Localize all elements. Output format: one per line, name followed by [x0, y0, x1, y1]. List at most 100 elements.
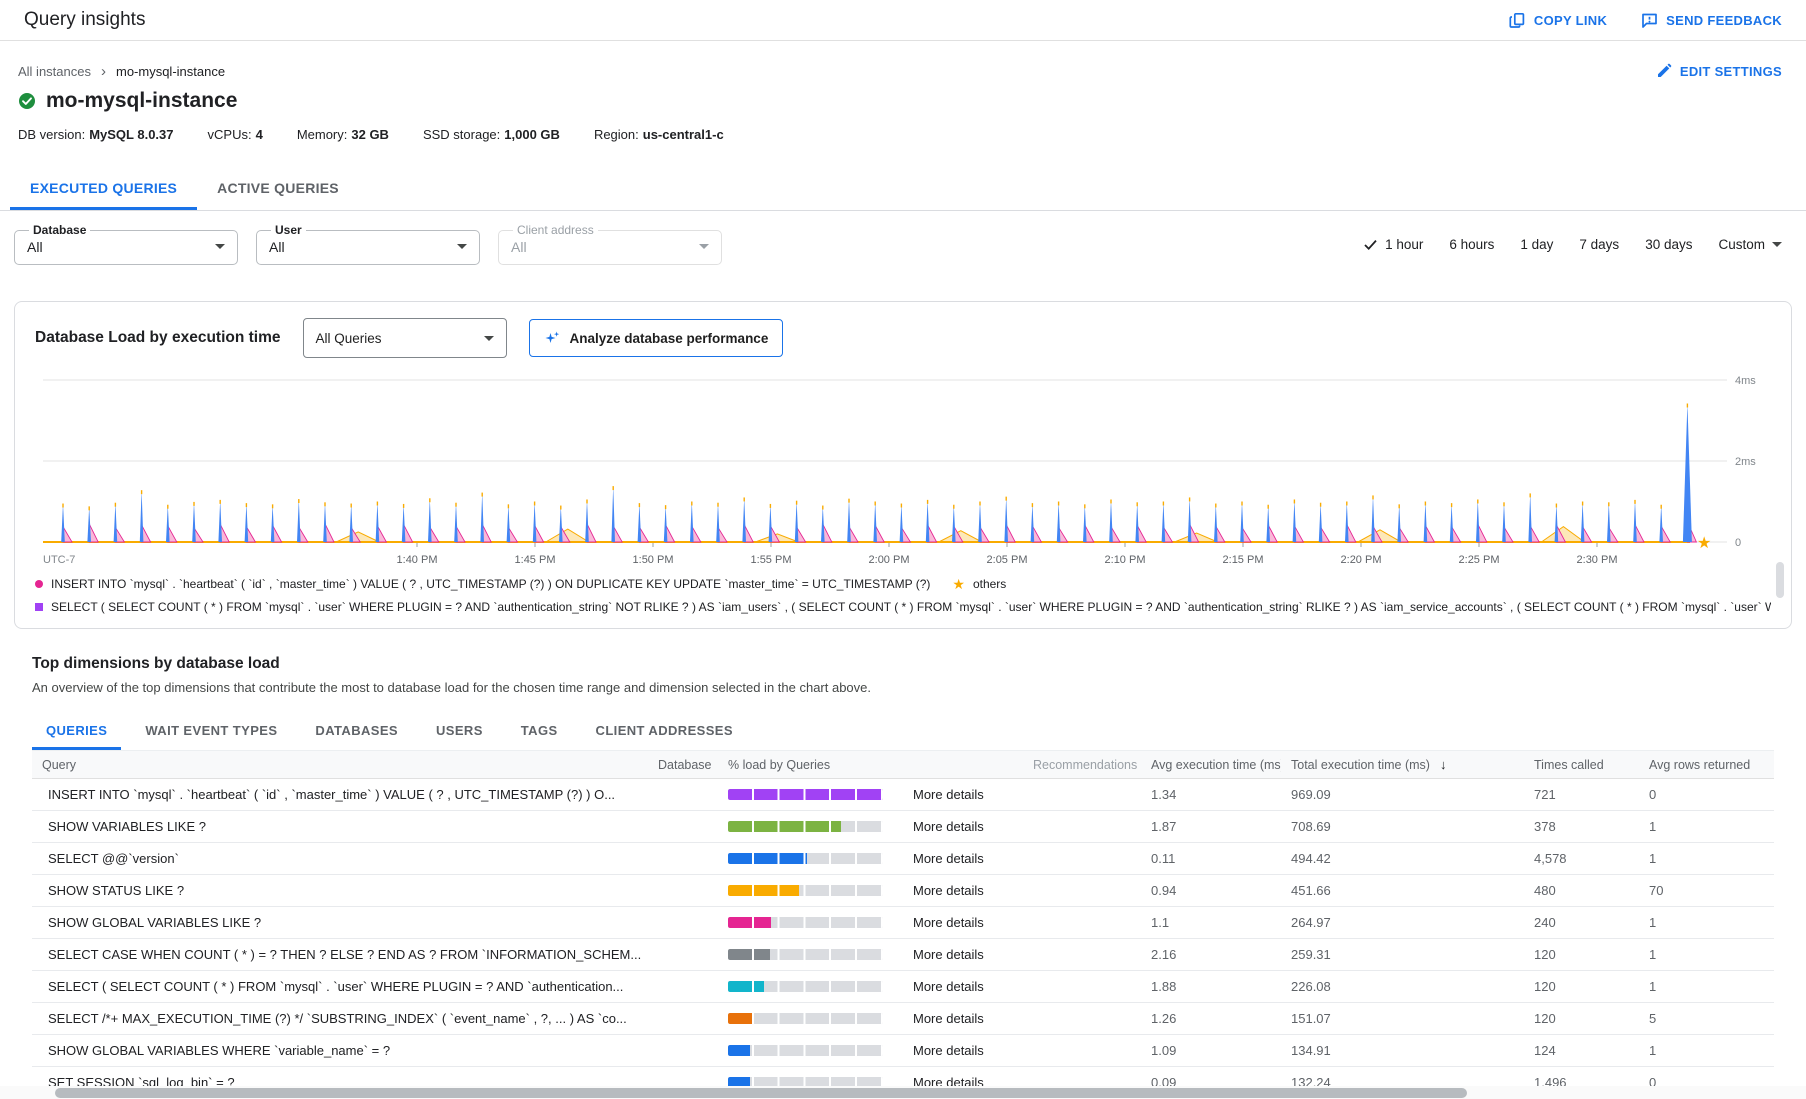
load-bar-fill	[728, 949, 770, 960]
query-cell: SELECT CASE WHEN COUNT ( * ) = ? THEN ? …	[32, 947, 648, 962]
load-cell	[718, 1013, 903, 1024]
horizontal-scrollbar[interactable]	[0, 1086, 1806, 1099]
total-execution-cell: 708.69	[1281, 819, 1524, 834]
load-bar	[728, 1045, 883, 1056]
analyze-database-performance-button[interactable]: Analyze database performance	[529, 319, 784, 357]
more-details-cell: More details	[903, 850, 1023, 868]
top-dimensions-section: Top dimensions by database load An overv…	[0, 655, 1806, 1099]
tab-executed-queries[interactable]: EXECUTED QUERIES	[10, 168, 197, 210]
svg-text:2:30 PM: 2:30 PM	[1577, 554, 1618, 566]
check-icon	[1363, 237, 1378, 252]
more-details-link[interactable]: More details	[913, 915, 984, 930]
sort-descending-icon: ↓	[1440, 757, 1447, 772]
chevron-down-icon	[215, 244, 225, 249]
dimension-tab-databases[interactable]: DATABASES	[301, 715, 412, 750]
query-insights-page: Query insights COPY LINK SEND FEEDBACK	[0, 0, 1806, 1099]
more-details-cell: More details	[903, 914, 1023, 932]
column-header-avg-rows[interactable]: Avg rows returned	[1639, 758, 1774, 772]
table-row: SHOW STATUS LIKE ?More details0.94451.66…	[32, 875, 1774, 907]
avg-execution-cell: 1.88	[1141, 979, 1281, 994]
more-details-link[interactable]: More details	[913, 851, 984, 866]
column-header-recommendations[interactable]: Recommendations	[1023, 758, 1141, 772]
dimension-tab-client-addresses[interactable]: CLIENT ADDRESSES	[582, 715, 747, 750]
chart-legend: INSERT INTO `mysql` . `heartbeat` ( `id`…	[35, 572, 1771, 618]
detail-label: DB version:	[18, 127, 85, 142]
database-filter-value: All	[27, 239, 43, 255]
more-details-link[interactable]: More details	[913, 1011, 984, 1026]
load-cell	[718, 1045, 903, 1056]
more-details-link[interactable]: More details	[913, 979, 984, 994]
column-header-query[interactable]: Query	[32, 758, 648, 772]
more-details-link[interactable]: More details	[913, 883, 984, 898]
time-range-30-days[interactable]: 30 days	[1645, 237, 1692, 252]
more-details-link[interactable]: More details	[913, 787, 984, 802]
column-header-times-called[interactable]: Times called	[1524, 758, 1639, 772]
queries-table: QueryDatabase% load by Queries Recommenda…	[32, 751, 1774, 1099]
load-bar-fill	[728, 917, 771, 928]
client-address-filter-value: All	[511, 239, 527, 255]
detail-label: Memory:	[297, 127, 348, 142]
svg-text:UTC-7: UTC-7	[43, 554, 75, 566]
load-bar	[728, 949, 883, 960]
avg-execution-cell: 2.16	[1141, 947, 1281, 962]
time-range-6-hours[interactable]: 6 hours	[1449, 237, 1494, 252]
column-header-database[interactable]: Database	[648, 758, 718, 772]
time-range-label: 1 day	[1520, 237, 1553, 252]
more-details-link[interactable]: More details	[913, 1043, 984, 1058]
more-details-cell: More details	[903, 786, 1023, 804]
total-execution-cell: 494.42	[1281, 851, 1524, 866]
chevron-down-icon	[484, 336, 494, 341]
more-details-link[interactable]: More details	[913, 947, 984, 962]
avg-execution-cell: 1.09	[1141, 1043, 1281, 1058]
breadcrumb-all-instances[interactable]: All instances	[18, 64, 91, 79]
filter-row: Database All User All Client address All…	[0, 211, 1806, 271]
time-range-1-hour[interactable]: 1 hour	[1363, 237, 1423, 252]
horizontal-scrollbar-thumb[interactable]	[55, 1088, 1467, 1098]
avg-execution-cell: 1.34	[1141, 787, 1281, 802]
dimension-tab-users[interactable]: USERS	[422, 715, 497, 750]
time-range-label: 7 days	[1579, 237, 1619, 252]
time-range-custom[interactable]: Custom	[1718, 237, 1782, 252]
query-filter-select[interactable]: All Queries	[303, 318, 507, 358]
times-called-cell: 120	[1524, 947, 1639, 962]
load-bar	[728, 789, 883, 800]
user-filter-select[interactable]: User All	[256, 223, 480, 265]
tab-active-queries[interactable]: ACTIVE QUERIES	[197, 168, 359, 210]
times-called-cell: 240	[1524, 915, 1639, 930]
chart-title: Database Load by execution time	[35, 329, 281, 347]
load-bar	[728, 1013, 883, 1024]
dimension-tab-bar: QUERIES WAIT EVENT TYPES DATABASES USERS TAG…	[32, 715, 1774, 751]
legend-line-2: SELECT ( SELECT COUNT ( * ) FROM `mysql`…	[35, 595, 1771, 618]
total-execution-cell: 151.07	[1281, 1011, 1524, 1026]
time-range-7-days[interactable]: 7 days	[1579, 237, 1619, 252]
copy-link-button[interactable]: COPY LINK	[1509, 12, 1607, 29]
column-header-load[interactable]: % load by Queries	[718, 758, 903, 772]
svg-text:2:20 PM: 2:20 PM	[1341, 554, 1382, 566]
query-cell: SHOW STATUS LIKE ?	[32, 883, 648, 898]
dimension-tab-wait-event-types[interactable]: WAIT EVENT TYPES	[131, 715, 291, 750]
instance-detail: vCPUs:4	[208, 127, 263, 142]
more-details-cell: More details	[903, 818, 1023, 836]
edit-settings-button[interactable]: EDIT SETTINGS	[1656, 63, 1782, 79]
send-feedback-button[interactable]: SEND FEEDBACK	[1641, 12, 1782, 29]
svg-text:1:50 PM: 1:50 PM	[633, 554, 674, 566]
purple-square-icon	[35, 603, 43, 611]
dimension-tab-queries[interactable]: QUERIES	[32, 715, 121, 750]
times-called-cell: 4,578	[1524, 851, 1639, 866]
detail-value: 32 GB	[351, 127, 389, 142]
detail-label: SSD storage:	[423, 127, 500, 142]
dimension-tab-tags[interactable]: TAGS	[507, 715, 572, 750]
more-details-cell: More details	[903, 1042, 1023, 1060]
load-bar	[728, 917, 883, 928]
total-execution-cell: 259.31	[1281, 947, 1524, 962]
detail-value: us-central1-c	[643, 127, 724, 142]
column-header-avg-execution[interactable]: Avg execution time (ms)	[1141, 758, 1281, 772]
table-row: SELECT ( SELECT COUNT ( * ) FROM `mysql`…	[32, 971, 1774, 1003]
database-filter-select[interactable]: Database All	[14, 223, 238, 265]
more-details-link[interactable]: More details	[913, 819, 984, 834]
avg-rows-cell: 0	[1639, 787, 1774, 802]
time-range-1-day[interactable]: 1 day	[1520, 237, 1553, 252]
legend-scrollbar[interactable]	[1776, 562, 1784, 598]
more-details-cell: More details	[903, 882, 1023, 900]
column-header-total-execution[interactable]: Total execution time (ms)↓	[1281, 757, 1524, 772]
